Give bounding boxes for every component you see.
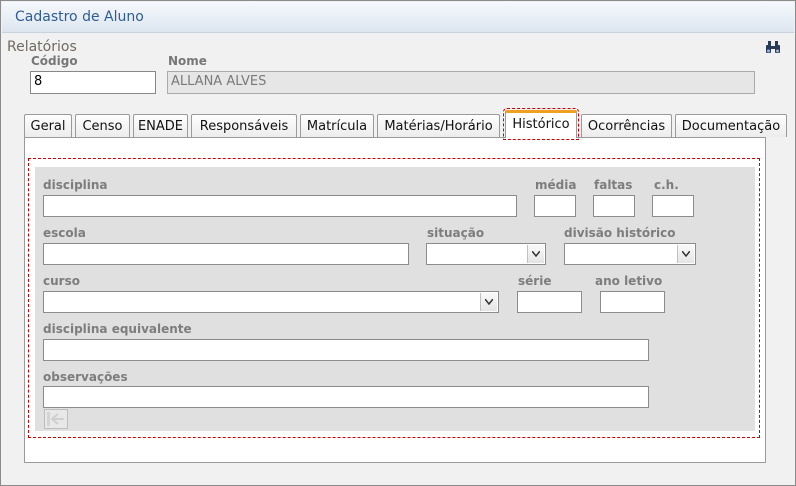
ano-letivo-label: ano letivo [595, 274, 663, 288]
chevron-down-icon[interactable] [480, 293, 497, 311]
divisao-historico-select[interactable] [564, 243, 696, 265]
curso-select[interactable] [43, 291, 499, 313]
faltas-input[interactable] [593, 195, 635, 217]
tab-materias-horario[interactable]: Matérias/Horário [377, 114, 500, 137]
binoculars-icon[interactable] [765, 39, 781, 53]
chevron-down-icon[interactable] [527, 245, 544, 263]
divisao-historico-label: divisão histórico [564, 226, 676, 240]
codigo-field[interactable]: 8 [30, 71, 156, 94]
curso-label: curso [43, 274, 80, 288]
situacao-label: situação [427, 226, 485, 240]
faltas-label: faltas [594, 178, 633, 192]
tab-historico[interactable]: Histórico [503, 108, 579, 140]
title-bar: Cadastro de Aluno [2, 2, 794, 33]
disciplina-label: disciplina [43, 178, 108, 192]
disciplina-input[interactable] [43, 195, 517, 217]
back-arrow-icon[interactable] [44, 409, 68, 429]
nome-label: Nome [168, 54, 207, 68]
escola-input[interactable] [43, 243, 409, 265]
disciplina-equivalente-label: disciplina equivalente [43, 322, 192, 336]
tab-geral[interactable]: Geral [24, 114, 72, 137]
tab-responsaveis[interactable]: Responsáveis [191, 114, 297, 137]
situacao-select[interactable] [426, 243, 546, 265]
tab-ocorrencias[interactable]: Ocorrências [581, 114, 672, 137]
window-title: Cadastro de Aluno [15, 9, 144, 25]
nome-field[interactable]: ALLANA ALVES [167, 71, 755, 94]
serie-label: série [518, 274, 552, 288]
tab-enade[interactable]: ENADE [133, 114, 188, 137]
disciplina-equivalente-input[interactable] [43, 339, 649, 361]
tab-matricula[interactable]: Matrícula [300, 114, 374, 137]
ch-input[interactable] [652, 195, 694, 217]
codigo-label: Código [31, 54, 78, 68]
observacoes-input[interactable] [43, 386, 649, 408]
tab-documentacao[interactable]: Documentação [675, 114, 787, 137]
observacoes-label: observações [43, 370, 128, 384]
serie-input[interactable] [517, 291, 582, 313]
tab-censo[interactable]: Censo [75, 114, 130, 137]
media-label: média [535, 178, 577, 192]
app-window: Cadastro de Aluno Relatórios Código 8 No… [0, 0, 796, 486]
relatorios-menu[interactable]: Relatórios [7, 39, 77, 55]
chevron-down-icon[interactable] [677, 245, 694, 263]
ch-label: c.h. [654, 178, 679, 192]
ano-letivo-input[interactable] [600, 291, 665, 313]
media-input[interactable] [534, 195, 576, 217]
escola-label: escola [43, 226, 86, 240]
